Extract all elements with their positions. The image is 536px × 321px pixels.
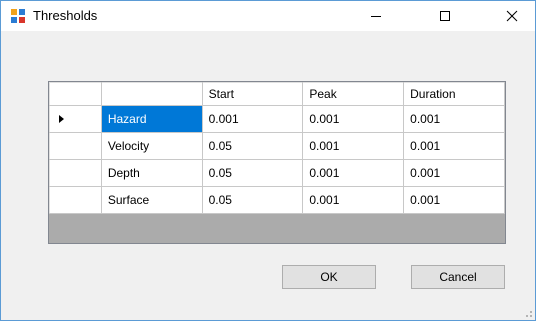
close-button[interactable] [489, 1, 535, 31]
cell-name[interactable]: Surface [100, 186, 203, 214]
title-bar[interactable]: Thresholds [1, 1, 535, 31]
header-row: Start Peak Duration [49, 82, 505, 106]
cancel-button[interactable]: Cancel [411, 265, 505, 289]
cell-peak[interactable]: 0.001 [302, 132, 405, 160]
corner-header-cell[interactable] [49, 82, 102, 106]
table-row: Hazard 0.001 0.001 0.001 [49, 105, 505, 133]
cell-start[interactable]: 0.05 [201, 132, 304, 160]
cell-duration[interactable]: 0.001 [403, 105, 505, 133]
window-title: Thresholds [33, 8, 98, 23]
column-header-duration[interactable]: Duration [403, 82, 505, 106]
row-header[interactable] [49, 105, 102, 133]
current-row-arrow-icon [59, 115, 64, 123]
resize-grip-icon[interactable] [521, 306, 533, 318]
row-header[interactable] [49, 132, 102, 160]
column-header-name[interactable] [100, 82, 203, 106]
thresholds-grid[interactable]: Start Peak Duration Hazard 0.001 0.001 0… [48, 81, 506, 244]
ok-button[interactable]: OK [282, 265, 376, 289]
minimize-button[interactable] [353, 1, 399, 31]
row-header[interactable] [49, 186, 102, 214]
cell-duration[interactable]: 0.001 [403, 159, 505, 187]
maximize-button[interactable] [422, 1, 468, 31]
column-header-peak[interactable]: Peak [302, 82, 405, 106]
cell-peak[interactable]: 0.001 [302, 186, 405, 214]
close-icon [506, 10, 518, 22]
table-row: Velocity 0.05 0.001 0.001 [49, 132, 505, 160]
minimize-icon [371, 16, 381, 17]
cell-name[interactable]: Depth [100, 159, 203, 187]
table-row: Surface 0.05 0.001 0.001 [49, 186, 505, 214]
cell-start[interactable]: 0.05 [201, 186, 304, 214]
cell-duration[interactable]: 0.001 [403, 186, 505, 214]
cell-name[interactable]: Velocity [100, 132, 203, 160]
cell-peak[interactable]: 0.001 [302, 105, 405, 133]
maximize-icon [440, 11, 450, 21]
column-header-start[interactable]: Start [201, 82, 304, 106]
cell-duration[interactable]: 0.001 [403, 132, 505, 160]
cell-name[interactable]: Hazard [100, 105, 203, 133]
row-header[interactable] [49, 159, 102, 187]
grid-table: Start Peak Duration Hazard 0.001 0.001 0… [49, 82, 505, 214]
cell-start[interactable]: 0.001 [201, 105, 304, 133]
app-icon [11, 9, 25, 23]
cell-peak[interactable]: 0.001 [302, 159, 405, 187]
cell-start[interactable]: 0.05 [201, 159, 304, 187]
table-row: Depth 0.05 0.001 0.001 [49, 159, 505, 187]
thresholds-dialog: Thresholds Start Peak Duration Hazard 0.… [0, 0, 536, 321]
